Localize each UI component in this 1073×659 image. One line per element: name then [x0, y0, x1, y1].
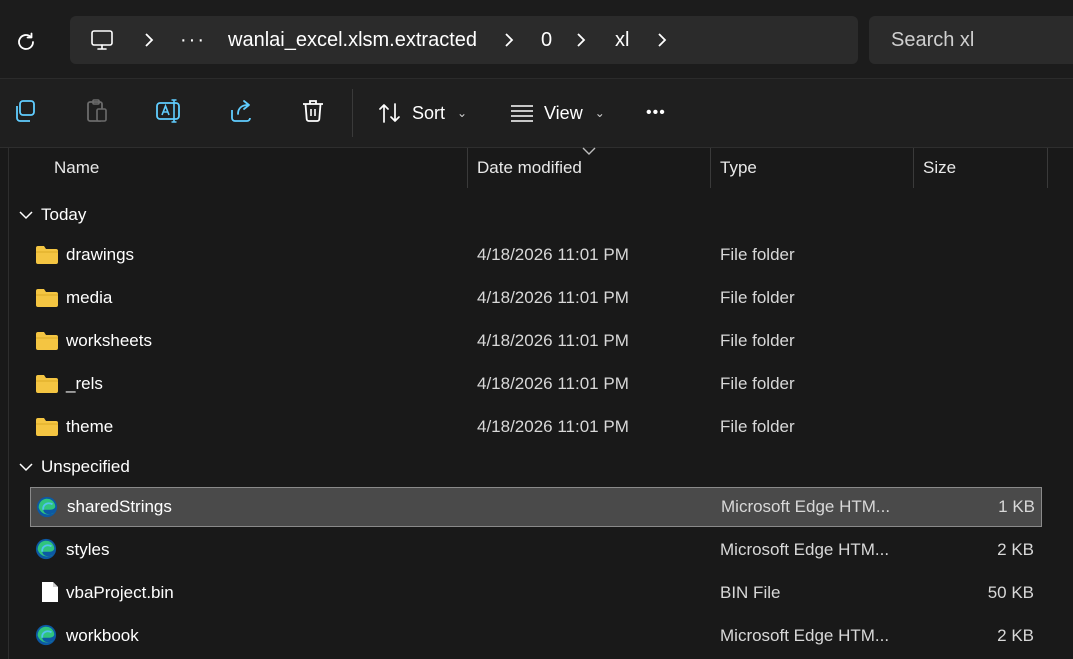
- folder-icon: [36, 375, 58, 393]
- list-item[interactable]: drawings 4/18/2026 11:01 PM File folder: [29, 235, 1041, 275]
- column-divider[interactable]: [913, 148, 914, 188]
- breadcrumb-item[interactable]: xl: [615, 16, 629, 64]
- item-size: 2 KB: [997, 540, 1034, 559]
- list-item[interactable]: styles Microsoft Edge HTM... 2 KB: [29, 530, 1041, 570]
- chevron-down-icon: ⌄: [594, 106, 605, 120]
- list-item[interactable]: media 4/18/2026 11:01 PM File folder: [29, 278, 1041, 318]
- sort-label: Sort: [412, 102, 446, 123]
- folder-icon: [36, 289, 58, 307]
- folder-icon: [36, 418, 58, 436]
- item-name: workbook: [66, 626, 139, 645]
- copy-button[interactable]: [10, 96, 40, 126]
- address-toolbar: ··· wanlai_excel.xlsm.extracted 0 xl Sea…: [0, 0, 1073, 79]
- command-divider: [352, 89, 353, 137]
- item-type: File folder: [720, 374, 795, 393]
- column-divider[interactable]: [467, 148, 468, 188]
- item-size: 1 KB: [998, 497, 1035, 516]
- sort-icon: [379, 103, 400, 123]
- column-header-size[interactable]: Size: [923, 148, 956, 188]
- item-name: styles: [66, 540, 110, 559]
- group-header-today[interactable]: Today: [19, 200, 86, 230]
- refresh-button[interactable]: [12, 28, 40, 56]
- column-divider[interactable]: [1047, 148, 1048, 188]
- search-input[interactable]: Search xl: [869, 16, 1073, 64]
- list-item[interactable]: worksheets 4/18/2026 11:01 PM File folde…: [29, 321, 1041, 361]
- share-button[interactable]: [226, 96, 256, 126]
- list-item[interactable]: vbaProject.bin BIN File 50 KB: [29, 573, 1041, 613]
- column-divider[interactable]: [710, 148, 711, 188]
- edge-icon: [36, 496, 58, 518]
- item-size: 50 KB: [987, 583, 1034, 602]
- column-header-name[interactable]: Name: [54, 148, 99, 188]
- item-type: Microsoft Edge HTM...: [720, 626, 890, 645]
- chevron-right-icon[interactable]: [574, 32, 588, 48]
- refresh-icon: [18, 32, 34, 50]
- paste-icon: [87, 99, 107, 122]
- share-icon: [231, 100, 251, 122]
- column-header-date[interactable]: Date modified: [477, 148, 582, 188]
- item-type: Microsoft Edge HTM...: [721, 497, 891, 516]
- item-type: File folder: [720, 245, 795, 264]
- item-type: Microsoft Edge HTM...: [720, 540, 890, 559]
- search-placeholder: Search xl: [891, 29, 975, 51]
- item-name: worksheets: [66, 331, 152, 350]
- trash-icon: [303, 100, 323, 122]
- paste-button[interactable]: [82, 96, 112, 126]
- item-type: File folder: [720, 331, 795, 350]
- rename-button[interactable]: [154, 96, 184, 126]
- rename-icon: [156, 99, 180, 123]
- group-label: Unspecified: [41, 457, 130, 476]
- item-date: 4/18/2026 11:01 PM: [477, 417, 629, 436]
- file-icon: [42, 582, 58, 602]
- list-item[interactable]: _rels 4/18/2026 11:01 PM File folder: [29, 364, 1041, 404]
- sort-indicator-icon: [582, 147, 596, 155]
- delete-button[interactable]: [298, 96, 328, 126]
- breadcrumb-item[interactable]: wanlai_excel.xlsm.extracted: [228, 16, 477, 64]
- more-options-button[interactable]: •••: [646, 91, 666, 135]
- folder-icon: [36, 332, 58, 350]
- chevron-right-icon[interactable]: [142, 32, 156, 48]
- item-name: _rels: [66, 374, 103, 393]
- item-name: theme: [66, 417, 114, 436]
- file-list: Name Date modified Type Size Today drawi…: [8, 147, 1073, 659]
- more-icon: •••: [646, 104, 666, 121]
- chevron-down-icon: ⌄: [457, 106, 468, 120]
- chevron-down-icon: [19, 463, 33, 472]
- sort-button[interactable]: Sort ⌄: [378, 91, 467, 135]
- item-date: 4/18/2026 11:01 PM: [477, 374, 629, 393]
- list-item[interactable]: theme 4/18/2026 11:01 PM File folder: [29, 407, 1041, 447]
- item-date: 4/18/2026 11:01 PM: [477, 331, 629, 350]
- view-label: View: [544, 102, 583, 123]
- address-bar[interactable]: ··· wanlai_excel.xlsm.extracted 0 xl: [70, 16, 858, 64]
- item-name: media: [66, 288, 113, 307]
- edge-icon: [35, 538, 57, 560]
- chevron-right-icon[interactable]: [655, 32, 669, 48]
- item-date: 4/18/2026 11:01 PM: [477, 245, 629, 264]
- copy-icon: [16, 100, 35, 122]
- group-label: Today: [41, 205, 87, 224]
- breadcrumb-overflow[interactable]: ···: [180, 16, 206, 64]
- column-header-type[interactable]: Type: [720, 148, 757, 188]
- item-type: File folder: [720, 288, 795, 307]
- item-type: File folder: [720, 417, 795, 436]
- item-type: BIN File: [720, 583, 781, 602]
- breadcrumb-item[interactable]: 0: [541, 16, 552, 64]
- item-name: sharedStrings: [67, 497, 172, 516]
- command-bar: Sort ⌄ View ⌄ •••: [0, 79, 1073, 148]
- item-date: 4/18/2026 11:01 PM: [477, 288, 629, 307]
- chevron-down-icon: [19, 211, 33, 220]
- list-item[interactable]: workbook Microsoft Edge HTM... 2 KB: [29, 616, 1041, 656]
- folder-icon: [36, 246, 58, 264]
- this-pc-icon[interactable]: [90, 28, 114, 52]
- item-size: 2 KB: [997, 626, 1034, 645]
- view-button[interactable]: View ⌄: [510, 91, 605, 135]
- list-item-selected[interactable]: sharedStrings Microsoft Edge HTM... 1 KB: [30, 487, 1042, 527]
- group-header-unspecified[interactable]: Unspecified: [19, 452, 130, 482]
- view-list-icon: [511, 105, 533, 122]
- chevron-right-icon[interactable]: [502, 32, 516, 48]
- edge-icon: [35, 624, 57, 646]
- item-name: vbaProject.bin: [66, 583, 174, 602]
- item-name: drawings: [66, 245, 135, 264]
